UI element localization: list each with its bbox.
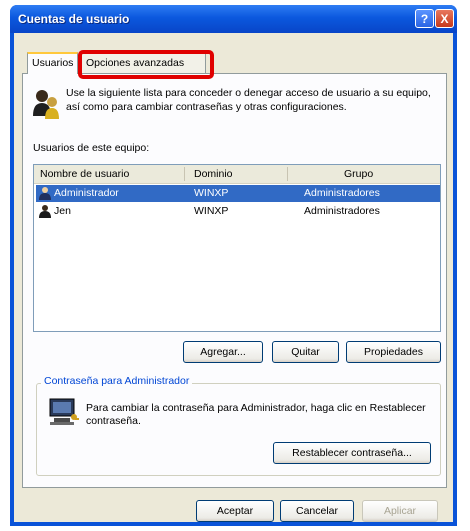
remove-user-button[interactable]: Quitar xyxy=(272,341,339,363)
cell-group: Administradores xyxy=(304,187,380,199)
column-header-domain[interactable]: Dominio xyxy=(194,168,233,180)
user-icon xyxy=(39,205,51,218)
cell-username: Administrador xyxy=(54,187,119,199)
column-divider[interactable] xyxy=(184,167,185,181)
column-header-username[interactable]: Nombre de usuario xyxy=(40,168,129,180)
column-divider[interactable] xyxy=(287,167,288,181)
table-row[interactable]: Jen WINXP Administradores xyxy=(36,203,440,220)
close-icon[interactable]: X xyxy=(435,9,454,28)
add-user-button[interactable]: Agregar... xyxy=(183,341,263,363)
cell-domain: WINXP xyxy=(194,187,229,199)
users-list-label: Usuarios de este equipo: xyxy=(33,142,150,154)
users-listview[interactable]: Nombre de usuario Dominio Grupo Administ… xyxy=(33,164,441,332)
apply-button[interactable]: Aplicar xyxy=(362,500,438,522)
cell-group: Administradores xyxy=(304,205,380,217)
cell-username: Jen xyxy=(54,205,71,217)
window-title: Cuentas de usuario xyxy=(18,12,130,26)
tab-highlight-annotation xyxy=(78,50,214,79)
ok-button[interactable]: Aceptar xyxy=(196,500,274,522)
user-icon xyxy=(39,187,51,200)
password-group-title: Contraseña para Administrador xyxy=(41,375,193,387)
password-group-text: Para cambiar la contraseña para Administ… xyxy=(86,402,426,427)
reset-password-button[interactable]: Restablecer contraseña... xyxy=(273,442,431,464)
tab-usuarios[interactable]: Usuarios xyxy=(27,52,79,74)
computer-key-icon xyxy=(49,398,79,425)
table-row[interactable]: Administrador WINXP Administradores xyxy=(36,185,440,202)
cancel-button[interactable]: Cancelar xyxy=(280,500,354,522)
column-header-group[interactable]: Grupo xyxy=(344,168,373,180)
list-header: Nombre de usuario Dominio Grupo xyxy=(34,165,440,184)
help-icon[interactable]: ? xyxy=(415,9,434,28)
users-icon xyxy=(33,90,59,119)
properties-button[interactable]: Propiedades xyxy=(346,341,441,363)
title-bar[interactable]: Cuentas de usuario ? X xyxy=(10,5,457,33)
intro-text: Use la siguiente lista para conceder o d… xyxy=(66,87,431,113)
cell-domain: WINXP xyxy=(194,205,229,217)
